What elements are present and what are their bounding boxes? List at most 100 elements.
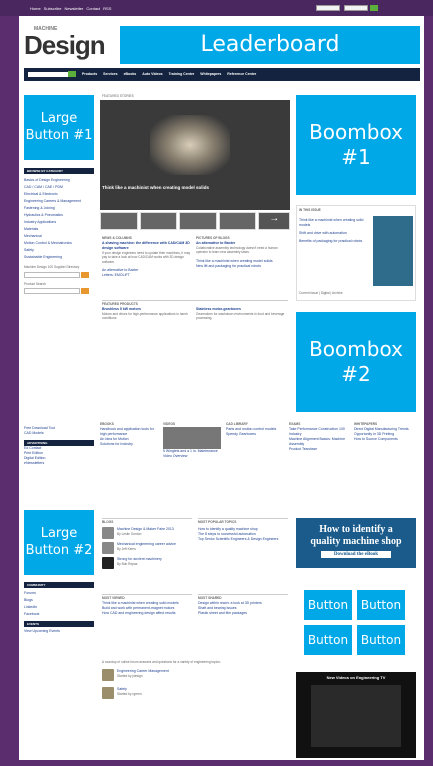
sidebar-item[interactable]: Industry Applications: [24, 219, 94, 226]
nav-item-videos[interactable]: Auto Videos: [142, 72, 162, 76]
column-link[interactable]: Machine Alignment Basics: Machine Assemb…: [289, 437, 351, 447]
blog-title[interactable]: Machine Design & Maker Faire 2013: [117, 527, 174, 532]
shared-link[interactable]: Plastic sheet and film packages: [198, 611, 288, 616]
issue-link[interactable]: Benefits of packaging for practical robo…: [299, 239, 369, 244]
button-ad-1-placeholder[interactable]: Button: [304, 590, 352, 620]
news-right-link[interactable]: New lift and packaging for practical rob…: [196, 264, 288, 269]
avatar: [102, 541, 114, 554]
boombox-1-placeholder[interactable]: Boombox #1: [296, 95, 416, 195]
ebook-ad-banner[interactable]: How to identify a quality machine shop D…: [296, 518, 416, 568]
community-link[interactable]: Forums: [24, 590, 94, 597]
magazine-cover-image[interactable]: [373, 216, 413, 286]
community-link[interactable]: LinkedIn: [24, 604, 94, 611]
top-nav-item[interactable]: Home: [30, 6, 41, 11]
blog-title[interactable]: Mechanical engineering career advice: [117, 542, 176, 547]
video-panel[interactable]: New Videos on Engineering TV: [296, 672, 416, 758]
featured-thumbnail[interactable]: [179, 212, 217, 230]
news-left-headline[interactable]: A shaving machine: the difference with C…: [102, 241, 192, 251]
supplier-search-label: Machine Design 100 Supplier Directory: [24, 265, 80, 269]
issue-footer-links[interactable]: Current Issue | Digital | Archive: [299, 291, 343, 296]
nav-item-training[interactable]: Training Center: [169, 72, 195, 76]
column-link[interactable]: How to Source Components: [354, 437, 416, 442]
forum-section: A roundup of online forum answers and qu…: [102, 660, 288, 699]
blog-meta: By Leslie Gordon: [117, 531, 142, 536]
product-search-button[interactable]: [81, 288, 89, 294]
column-link[interactable]: Take Performance Construction 100 Indust…: [289, 427, 351, 437]
issue-link[interactable]: Think like a machinist when creating sol…: [299, 218, 369, 228]
avatar: [102, 526, 114, 539]
sidebar-item[interactable]: Electrical & Electronic: [24, 191, 94, 198]
issue-link[interactable]: Shift and drive with automation: [299, 231, 369, 236]
nav-search-input[interactable]: [28, 72, 68, 77]
sidebar-item[interactable]: Basics of Design Engineering: [24, 177, 94, 184]
nav-item-ebooks[interactable]: eBooks: [124, 72, 137, 76]
logo-suffix: .com: [78, 57, 85, 61]
sidebar-item[interactable]: Fastening & Joining: [24, 205, 94, 212]
product-search-input[interactable]: [24, 288, 80, 294]
column-link[interactable]: 5 Winglets and a 1 in. Maintenance: [163, 449, 223, 454]
sidebar-item[interactable]: Sustainable Engineering: [24, 254, 94, 261]
button-ad-4-placeholder[interactable]: Button: [357, 625, 405, 655]
forum-meta: Started by jdesign: [117, 673, 143, 678]
blog-title[interactable]: Strong for ancient machinery: [117, 557, 162, 562]
community-link[interactable]: Facebook: [24, 611, 94, 618]
supplier-search-button[interactable]: [81, 271, 89, 278]
nav-item-services[interactable]: Services: [103, 72, 117, 76]
sidebar-item[interactable]: Mechanical: [24, 233, 94, 240]
resource-link[interactable]: CAD Models: [24, 431, 94, 436]
large-button-2-placeholder[interactable]: Large Button #2: [24, 510, 94, 575]
advertising-link[interactable]: eNewsletters: [24, 461, 94, 466]
column-link[interactable]: Handbook and application tools for high …: [100, 427, 160, 437]
sidebar-item[interactable]: CAD / CAM / CAE / PDM: [24, 184, 94, 191]
top-nav-item[interactable]: Newsletter: [64, 6, 83, 11]
featured-thumbnail[interactable]: [100, 212, 138, 230]
featured-story-caption[interactable]: Think like a machinist when creating mod…: [102, 185, 288, 209]
supplier-search-input[interactable]: [24, 271, 80, 278]
sidebar-item[interactable]: Motion Control & Mechatronics: [24, 240, 94, 247]
product-left-body: Motors and drives for high-performance a…: [102, 311, 188, 321]
news-left-link[interactable]: Letters: EMOLIFT: [102, 273, 192, 278]
column-link[interactable]: Solutions for Industry: [100, 442, 160, 447]
button-ad-3-placeholder[interactable]: Button: [304, 625, 352, 655]
ad-headline-line2: quality machine shop: [310, 536, 402, 547]
sidebar-item[interactable]: Safety: [24, 247, 94, 254]
column-link[interactable]: Video Overview: [163, 454, 223, 459]
leaderboard-ad-placeholder[interactable]: Leaderboard: [120, 26, 420, 64]
top-nav-item[interactable]: RSS: [103, 6, 111, 11]
large-button-1-placeholder[interactable]: Large Button #1: [24, 95, 94, 160]
button-ad-2-placeholder[interactable]: Button: [357, 590, 405, 620]
featured-thumbnail-strip: →: [100, 212, 291, 230]
popular-link[interactable]: Top Senior Scientific Engineers & Design…: [198, 537, 288, 542]
column-link[interactable]: Direct Digital Manufacturing Trends: [354, 427, 416, 432]
most-shared-section: MOST SHARED Design within reach: a look …: [198, 594, 288, 616]
ad-download-button[interactable]: Download the eBook: [321, 551, 391, 558]
next-arrow-icon[interactable]: →: [258, 212, 291, 230]
events-link[interactable]: View Upcoming Events: [24, 629, 94, 634]
viewed-link[interactable]: How CAD and engineering design affect re…: [102, 611, 192, 616]
most-popular-header: MOST POPULAR TOPICS: [198, 518, 288, 525]
login-username-field[interactable]: [316, 5, 340, 11]
login-button[interactable]: [370, 5, 378, 11]
column-link[interactable]: Speedy Gearboxes: [226, 432, 286, 437]
nav-item-reference[interactable]: Reference Center: [227, 72, 256, 76]
boombox-2-placeholder[interactable]: Boombox #2: [296, 312, 416, 412]
featured-thumbnail[interactable]: [139, 212, 178, 230]
nav-item-whitepapers[interactable]: Whitepapers: [200, 72, 221, 76]
column-link[interactable]: Product Teardown: [289, 447, 351, 452]
resource-column: WHITEPAPERS Direct Digital Manufacturing…: [354, 422, 416, 459]
sidebar-item[interactable]: Materials: [24, 226, 94, 233]
sidebar-item[interactable]: Engineering Careers & Management: [24, 198, 94, 205]
top-nav-item[interactable]: Subscribe: [44, 6, 62, 11]
site-logo[interactable]: Design: [24, 30, 106, 61]
community-link[interactable]: Blogs: [24, 597, 94, 604]
video-player[interactable]: [311, 685, 401, 747]
login-password-field[interactable]: [344, 5, 368, 11]
top-nav-item[interactable]: Contact: [86, 6, 100, 11]
featured-thumbnail[interactable]: [218, 212, 257, 230]
sidebar-item[interactable]: Hydraulics & Pneumatics: [24, 212, 94, 219]
forum-title[interactable]: Engineering Career Management: [117, 669, 169, 674]
nav-search-button[interactable]: [68, 71, 76, 77]
video-thumbnail[interactable]: [163, 426, 221, 449]
nav-item-products[interactable]: Products: [82, 72, 97, 76]
viewed-link[interactable]: Think like a machinist when creating sol…: [102, 601, 192, 606]
